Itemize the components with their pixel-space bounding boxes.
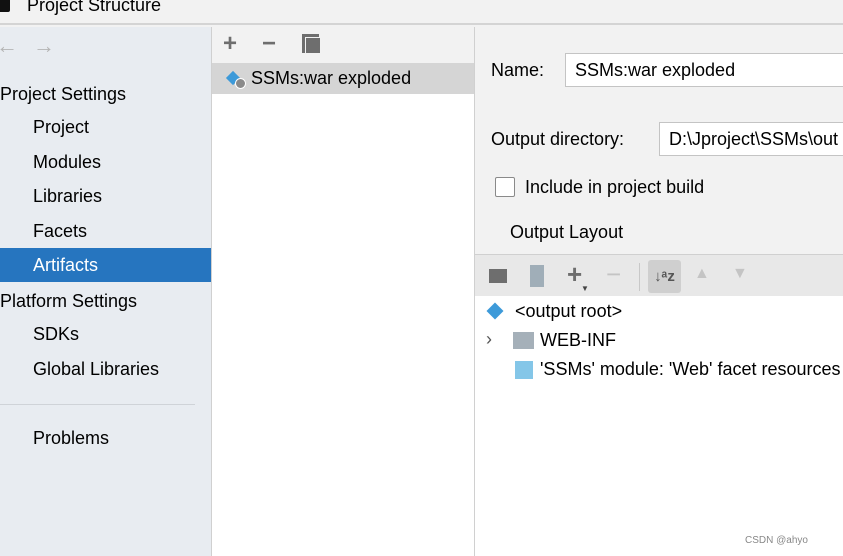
divider <box>0 404 195 405</box>
title-bar: Project Structure <box>0 0 843 25</box>
artifact-detail-panel: Name: Output directory: Include in proje… <box>475 27 843 556</box>
output-directory-input[interactable] <box>659 122 843 156</box>
include-checkbox[interactable] <box>495 177 515 197</box>
tree-item-output-root[interactable]: <output root> <box>475 298 843 326</box>
expand-chevron-icon[interactable]: › <box>486 329 492 350</box>
tree-item-web-facet[interactable]: 'SSMs' module: 'Web' facet resources <box>475 356 843 384</box>
tab-output-layout[interactable]: Output Layout <box>510 222 623 243</box>
remove-icon[interactable]: − <box>262 30 276 58</box>
folder-icon <box>513 332 534 349</box>
archive-icon[interactable] <box>530 265 544 287</box>
separator <box>639 263 640 291</box>
artifact-icon <box>486 302 504 320</box>
layout-toolbar: + ▼ − ↓ᵃz ▲ ▼ <box>475 254 843 296</box>
sidebar-item-artifacts[interactable]: Artifacts <box>0 248 211 282</box>
sidebar-item-problems[interactable]: Problems <box>0 421 211 455</box>
back-button[interactable]: ← <box>0 33 18 59</box>
add-icon[interactable]: + <box>223 30 237 58</box>
sidebar-item-facets[interactable]: Facets <box>0 214 211 248</box>
sidebar-item-sdks[interactable]: SDKs <box>0 317 211 351</box>
app-icon <box>0 0 10 12</box>
list-item[interactable]: SSMs:war exploded <box>212 63 474 94</box>
move-down-icon[interactable]: ▼ <box>732 265 748 283</box>
dropdown-triangle-icon: ▼ <box>581 284 589 293</box>
tree-item-label: 'SSMs' module: 'Web' facet resources <box>540 359 841 379</box>
name-label: Name: <box>491 60 545 80</box>
tree-item-web-inf[interactable]: › WEB-INF <box>475 327 843 355</box>
web-facet-icon <box>515 361 533 379</box>
tree-item-label: <output root> <box>515 301 623 321</box>
tree-item-label: WEB-INF <box>540 330 616 350</box>
include-label[interactable]: Include in project build <box>525 177 704 198</box>
sidebar: ← → Project Settings Project Modules Lib… <box>0 27 212 556</box>
remove-element-icon[interactable]: − <box>606 259 621 290</box>
artifact-label: SSMs:war exploded <box>251 68 412 88</box>
watermark: CSDN @ahyo <box>745 535 808 546</box>
globe-icon <box>235 78 246 89</box>
forward-button[interactable]: → <box>33 33 55 59</box>
add-copy-of-icon[interactable]: + <box>567 259 582 290</box>
sidebar-item-modules[interactable]: Modules <box>0 145 211 179</box>
sidebar-item-project[interactable]: Project <box>0 110 211 144</box>
artifacts-list-panel: + − SSMs:war exploded <box>212 27 475 556</box>
sort-alpha-icon[interactable]: ↓ᵃz <box>648 260 681 293</box>
output-layout-tree: <output root> › WEB-INF 'SSMs' module: '… <box>475 296 843 556</box>
artifacts-toolbar: + − <box>212 27 474 63</box>
window-title: Project Structure <box>27 0 162 15</box>
copy-icon-front <box>306 38 320 53</box>
section-project-settings: Project Settings <box>0 84 127 104</box>
section-platform-settings: Platform Settings <box>0 291 138 311</box>
name-input[interactable] <box>565 53 843 87</box>
new-folder-icon[interactable] <box>489 269 507 283</box>
sidebar-item-global-libraries[interactable]: Global Libraries <box>0 352 211 386</box>
output-directory-label: Output directory: <box>491 129 625 149</box>
move-up-icon[interactable]: ▲ <box>694 265 710 283</box>
sidebar-item-libraries[interactable]: Libraries <box>0 179 211 213</box>
